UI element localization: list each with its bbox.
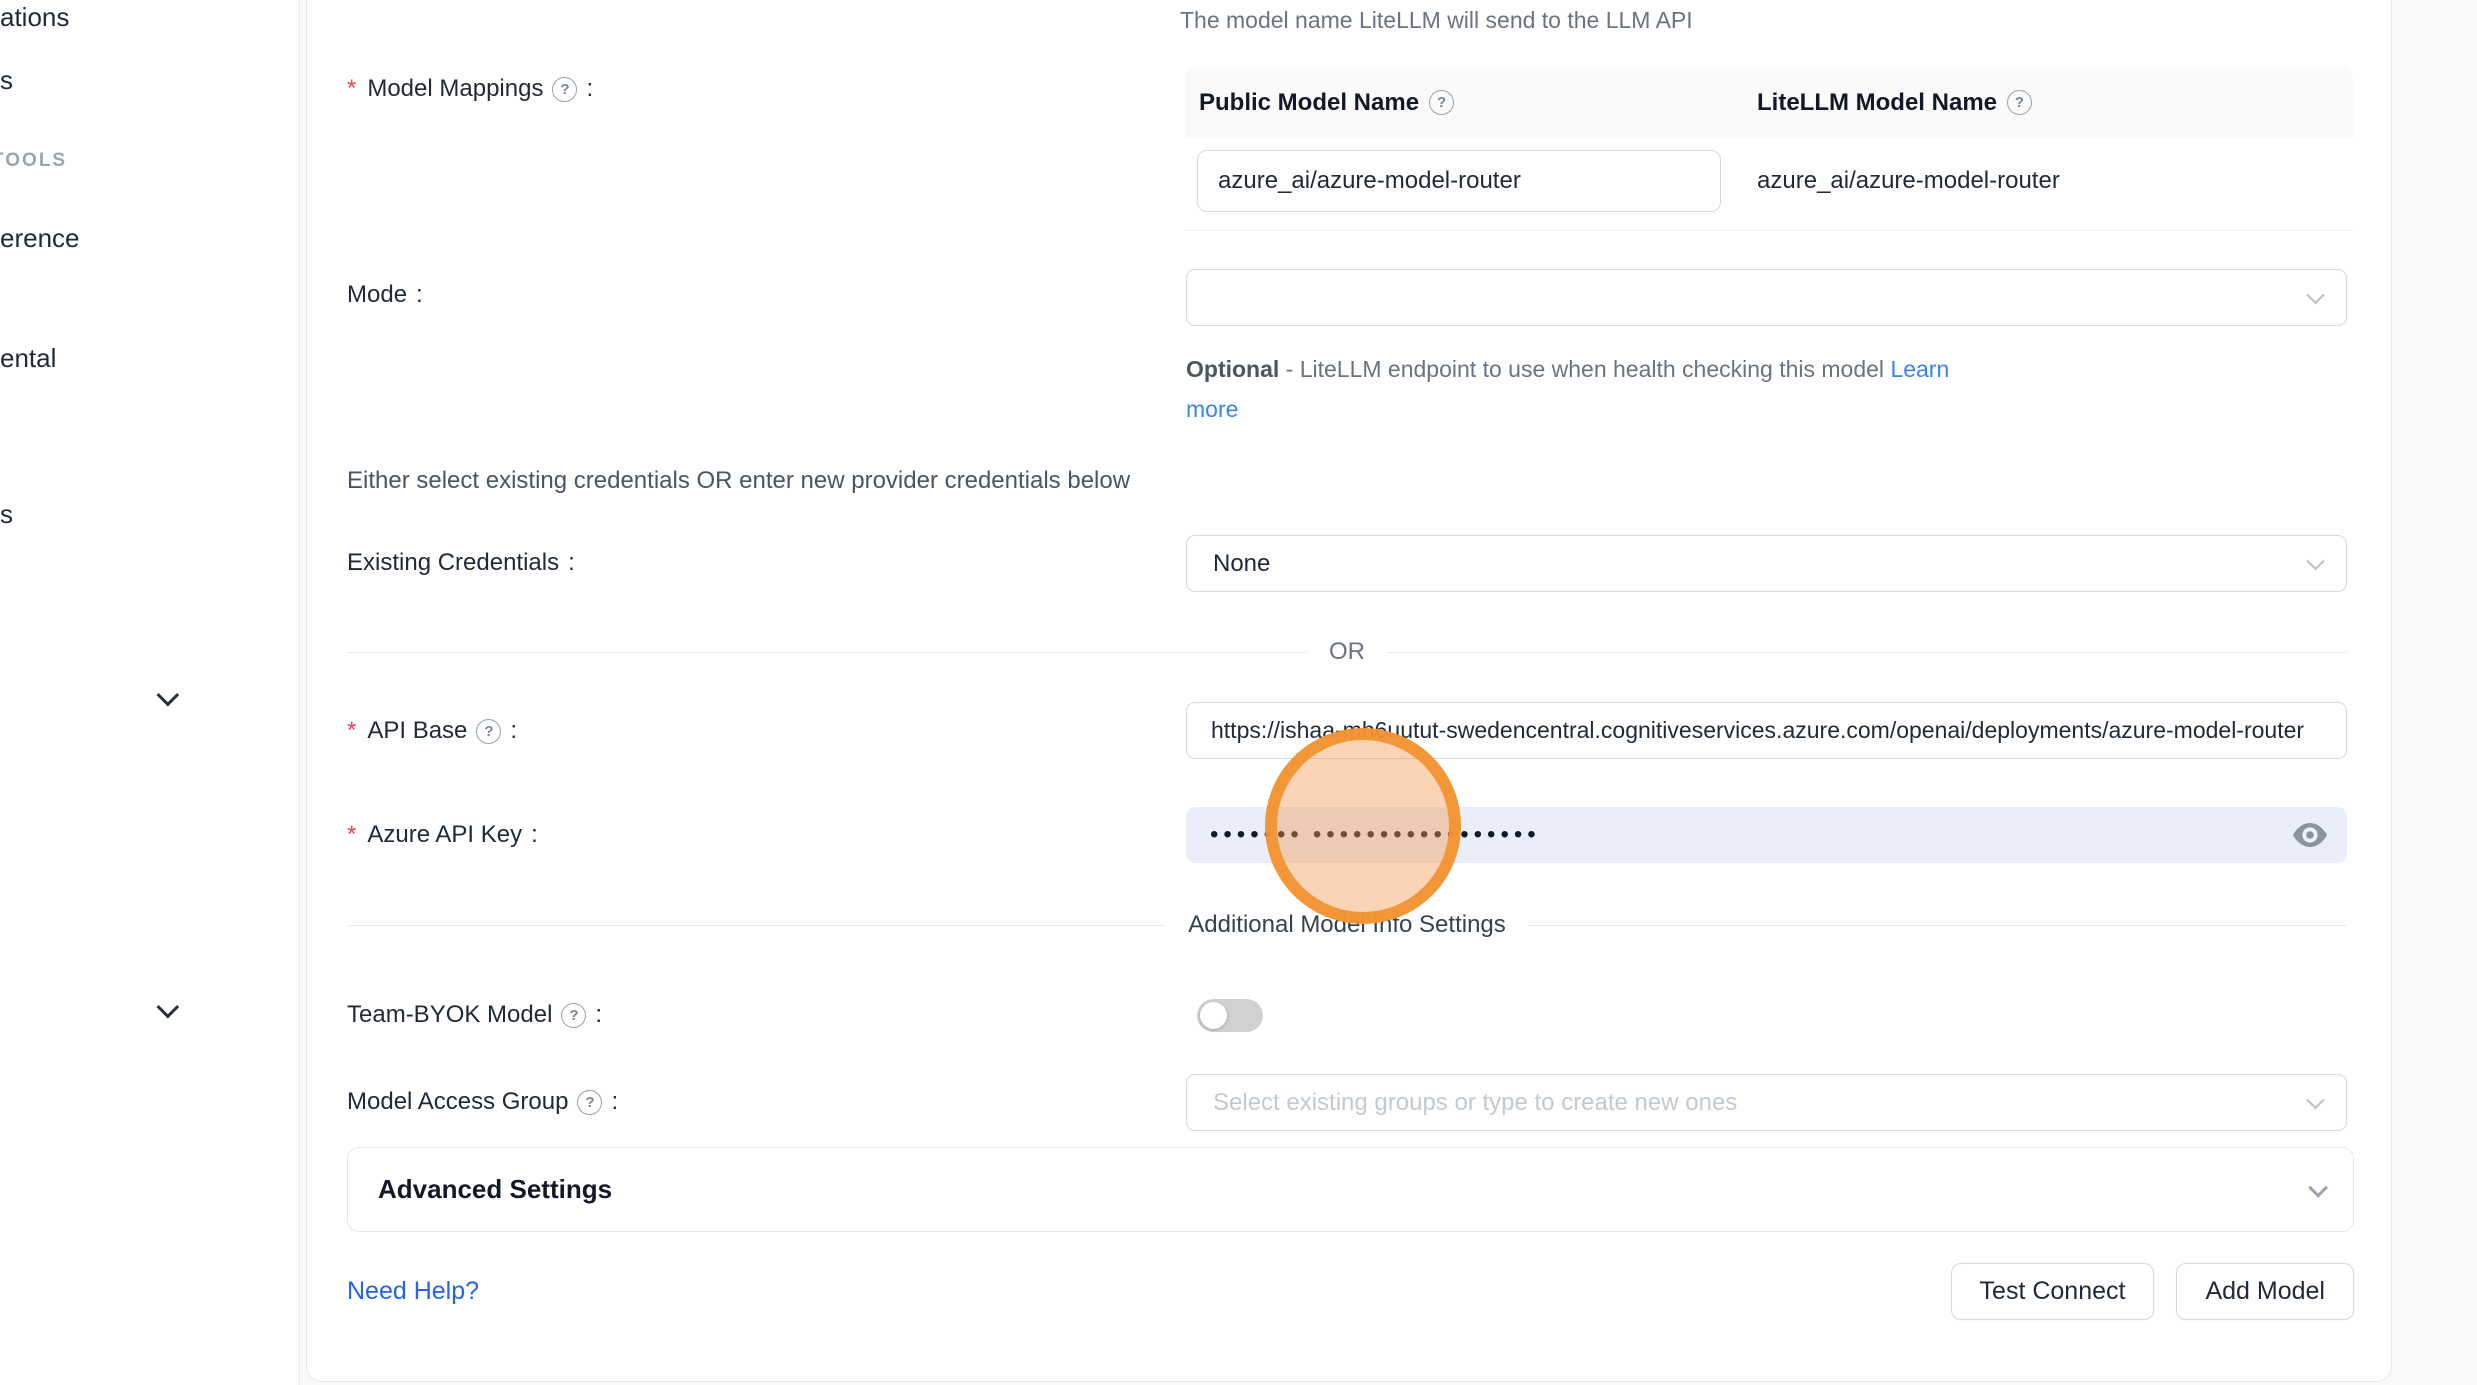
sidebar: ations s TOOLS erence ental s (0, 0, 300, 1385)
divider-line (347, 925, 1166, 926)
help-icon[interactable]: ? (476, 719, 501, 744)
divider-line (1528, 925, 2347, 926)
sidebar-item-label: s (0, 499, 13, 530)
sidebar-item-3[interactable]: erence (0, 218, 300, 258)
add-model-card: The model name LiteLLM will send to the … (306, 0, 2392, 1382)
litellm-model-name-value: azure_ai/azure-model-router (1739, 167, 2353, 195)
mode-label: Mode: (347, 281, 423, 309)
table-row: azure_ai/azure-model-router (1185, 138, 2353, 230)
toggle-knob (1200, 1002, 1227, 1029)
help-icon[interactable]: ? (561, 1003, 586, 1028)
model-mappings-table: Public Model Name ? LiteLLM Model Name ?… (1185, 67, 2353, 231)
model-access-group-label: Model Access Group ?: (347, 1088, 618, 1116)
or-divider: OR (347, 638, 2347, 666)
chevron-down-icon (2306, 1090, 2324, 1108)
divider-line (1387, 652, 2347, 653)
advanced-settings-title: Advanced Settings (378, 1174, 612, 1205)
divider-line (347, 652, 1307, 653)
help-icon[interactable]: ? (1429, 90, 1454, 115)
team-byok-toggle[interactable] (1197, 999, 1263, 1032)
sidebar-item-label: s (0, 65, 13, 96)
masked-key-dots: ••••••••••••••••• (1313, 823, 1541, 847)
api-base-input[interactable] (1186, 702, 2347, 759)
azure-api-key-label: * Azure API Key: (347, 821, 538, 849)
existing-credentials-value: None (1213, 550, 1270, 578)
chevron-down-icon (2308, 1177, 2328, 1197)
help-icon[interactable]: ? (2007, 90, 2032, 115)
credentials-note: Either select existing credentials OR en… (347, 467, 1130, 495)
table-header-row: Public Model Name ? LiteLLM Model Name ? (1185, 67, 2353, 138)
help-icon[interactable]: ? (552, 77, 577, 102)
team-byok-label: Team-BYOK Model ?: (347, 1001, 602, 1029)
public-model-name-input[interactable] (1197, 150, 1721, 212)
existing-credentials-label: Existing Credentials: (347, 549, 575, 577)
advanced-settings-panel[interactable]: Advanced Settings (347, 1147, 2354, 1232)
sidebar-item-2[interactable]: s (0, 60, 300, 100)
form-footer: Need Help? Test Connect Add Model (347, 1263, 2354, 1320)
azure-api-key-input[interactable]: ••••••• ••••••••••••••••• (1186, 807, 2347, 863)
sidebar-section-tools: TOOLS (0, 146, 292, 176)
api-base-label: * API Base ?: (347, 717, 517, 745)
column-header-litellm-model-name: LiteLLM Model Name ? (1739, 89, 2353, 117)
sidebar-item-label: erence (0, 223, 80, 254)
model-mappings-hint: The model name LiteLLM will send to the … (1180, 7, 1693, 34)
sidebar-item-label: ations (0, 2, 69, 33)
chevron-down-icon (2306, 551, 2324, 569)
model-access-group-placeholder: Select existing groups or type to create… (1213, 1089, 1737, 1117)
model-mappings-label: * Model Mappings ?: (347, 75, 593, 103)
eye-icon[interactable] (2293, 823, 2327, 847)
mode-hint: Optional - LiteLLM endpoint to use when … (1186, 349, 2006, 429)
add-model-page: ations s TOOLS erence ental s The model … (0, 0, 2477, 1385)
column-header-public-model-name: Public Model Name ? (1185, 89, 1739, 117)
masked-key-dots: ••••••• (1210, 823, 1304, 847)
sidebar-section-label: TOOLS (0, 150, 67, 172)
chevron-down-icon (2306, 285, 2324, 303)
add-model-button[interactable]: Add Model (2176, 1263, 2354, 1320)
sidebar-item-5[interactable]: s (0, 494, 300, 534)
chevron-down-icon (157, 684, 180, 707)
required-asterisk: * (347, 717, 356, 745)
model-access-group-select[interactable]: Select existing groups or type to create… (1186, 1074, 2347, 1131)
need-help-link[interactable]: Need Help? (347, 1277, 479, 1306)
sidebar-item-label: ental (0, 343, 56, 374)
existing-credentials-select[interactable]: None (1186, 535, 2347, 592)
chevron-down-icon (157, 996, 180, 1019)
sidebar-item-4[interactable]: ental (0, 338, 300, 378)
help-icon[interactable]: ? (577, 1090, 602, 1115)
sidebar-item-1[interactable]: ations (0, 0, 300, 37)
additional-settings-divider: Additional Model Info Settings (347, 911, 2347, 939)
required-asterisk: * (347, 75, 356, 103)
test-connect-button[interactable]: Test Connect (1951, 1263, 2155, 1320)
required-asterisk: * (347, 821, 356, 849)
mode-select[interactable] (1186, 269, 2347, 326)
